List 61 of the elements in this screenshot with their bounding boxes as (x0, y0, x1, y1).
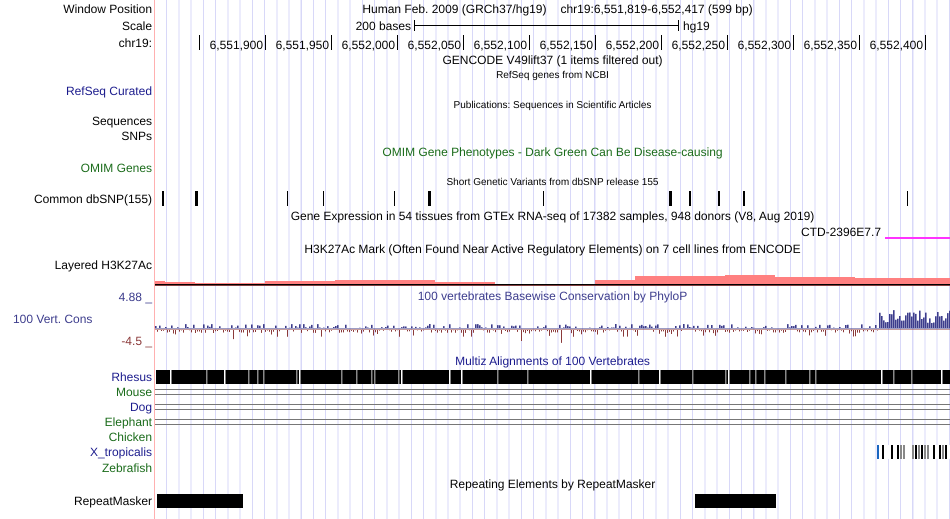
track-label[interactable]: Sequences (92, 114, 152, 126)
gene-name[interactable]: CTD-2396E7.7 (800, 223, 881, 241)
track-title: OMIM Gene Phenotypes - Dark Green Can Be Disease-causing (382, 144, 723, 160)
track-label[interactable]: Zebrafish (102, 462, 152, 474)
track-label[interactable]: Chicken (108, 430, 152, 442)
ruler-label: 6,552,350 (802, 37, 857, 54)
track-label[interactable]: 100 Vert. Cons (0, 310, 92, 328)
row-label: chr19: (118, 34, 152, 52)
track-title: Repeating Elements by RepeatMasker (450, 476, 656, 492)
track-label[interactable]: Dog (130, 400, 152, 412)
ruler-label: 6,552,250 (670, 37, 725, 54)
assembly-label: hg19 (682, 18, 710, 34)
ruler-tick (265, 35, 266, 50)
scale-length: 200 bases (354, 18, 412, 34)
ruler-tick (595, 35, 596, 50)
track-title: Short Genetic Variants from dbSNP release 155 (446, 176, 658, 190)
track-title: H3K27Ac Mark (Often Found Near Active Regulatory Elements) on 7 cell lines from ENCODE (304, 240, 801, 258)
track-label[interactable]: RefSeq Curated (66, 84, 152, 96)
ruler-label: 6,552,200 (604, 37, 659, 54)
ruler-tick (793, 35, 794, 50)
ruler-label: 6,551,900 (208, 37, 263, 54)
track-label[interactable]: SNPs (121, 130, 152, 142)
axis-max-label: 4.88 _ (118, 289, 152, 306)
track-title: Publications: Sequences in Scientific Articles (454, 99, 652, 113)
assembly-name: Human Feb. 2009 (GRCh37/hg19) (362, 0, 546, 18)
repeat-block[interactable] (157, 494, 243, 508)
track-title: Gene Expression in 54 tissues from GTEx RNA-seq of 17382 samples, 948 donors (V8, Aug 2019) (290, 208, 814, 224)
position-text: chr19:6,551,819-6,552,417 (599 bp) (560, 0, 753, 18)
ruler-tick (859, 35, 860, 50)
ruler-tick (727, 35, 728, 50)
track-title: Multiz Alignments of 100 Vertebrates (455, 352, 650, 370)
ruler-tick (925, 35, 926, 50)
ruler-tick (199, 35, 200, 50)
repeat-block[interactable] (695, 494, 776, 508)
ruler-label: 6,552,000 (340, 37, 395, 54)
ruler-label: 6,552,300 (736, 37, 791, 54)
axis-min-label: -4.5 _ (121, 333, 152, 350)
track-label[interactable]: Rhesus (111, 370, 152, 382)
track-label[interactable]: OMIM Genes (80, 162, 152, 174)
ruler-tick (529, 35, 530, 50)
ruler-tick (397, 35, 398, 50)
track-label[interactable]: Mouse (116, 386, 152, 398)
track-label[interactable]: RepeatMasker (74, 495, 152, 507)
row-label: Scale (122, 18, 152, 34)
track-title: RefSeq genes from NCBI (496, 69, 609, 83)
track-label[interactable]: X_tropicalis (90, 446, 152, 458)
ruler-label: 6,552,400 (868, 37, 923, 54)
ruler-tick (661, 35, 662, 50)
ruler-label: 6,551,950 (274, 37, 329, 54)
track-title: 100 vertebrates Basewise Conservation by PhyloP (418, 288, 688, 305)
ruler-tick (463, 35, 464, 50)
ruler-label: 6,552,050 (406, 37, 461, 54)
track-label[interactable]: Common dbSNP(155) (34, 192, 152, 204)
row-label: Window Position (63, 0, 152, 18)
track-title: GENCODE V49lift37 (1 items filtered out) (442, 52, 663, 68)
gene-line[interactable] (885, 237, 950, 239)
ruler-tick (331, 35, 332, 50)
ruler-label: 6,552,150 (538, 37, 593, 54)
ruler-label: 6,552,100 (472, 37, 527, 54)
track-label[interactable]: Layered H3K27Ac (54, 258, 152, 270)
track-label[interactable]: Elephant (104, 416, 152, 428)
